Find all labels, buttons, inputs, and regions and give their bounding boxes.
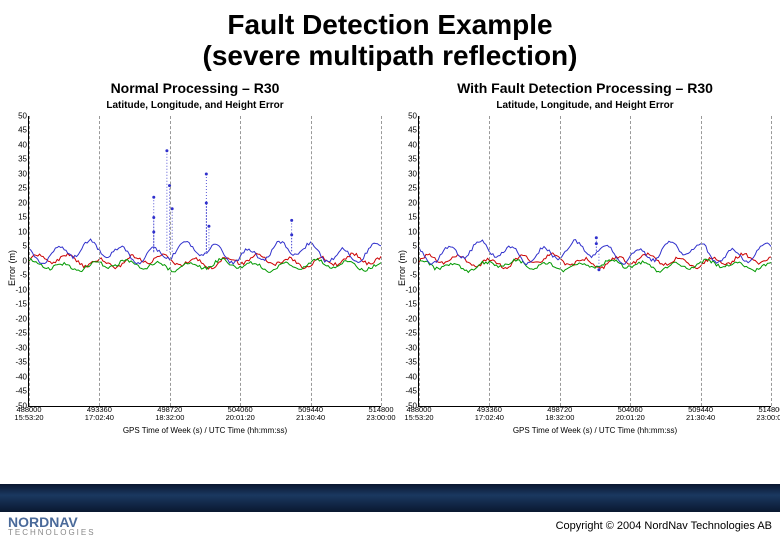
x-tick: 49872018:32:00 <box>155 406 184 423</box>
grid-line <box>630 116 631 406</box>
y-tick: 10 <box>18 227 29 236</box>
left-xlabel: GPS Time of Week (s) / UTC Time (hh:mm:s… <box>29 426 381 435</box>
x-tick: 49336017:02:40 <box>475 406 504 423</box>
grid-line <box>311 116 312 406</box>
y-tick: -25 <box>15 329 29 338</box>
y-tick: -15 <box>405 300 419 309</box>
x-tick: 50406020:01:20 <box>226 406 255 423</box>
right-panel-title: With Fault Detection Processing – R30 <box>390 80 780 96</box>
y-tick: 20 <box>18 198 29 207</box>
grid-line <box>99 116 100 406</box>
y-tick: 15 <box>408 213 419 222</box>
page-title-line1: Fault Detection Example <box>0 10 780 41</box>
y-tick: -45 <box>405 387 419 396</box>
y-tick: 40 <box>408 140 419 149</box>
y-tick: -30 <box>405 343 419 352</box>
logo: NORDNAV TECHNOLOGIES <box>8 515 96 537</box>
logo-subtext: TECHNOLOGIES <box>8 529 96 537</box>
y-tick: -10 <box>405 285 419 294</box>
right-chart-subtitle: Latitude, Longitude, and Height Error <box>390 100 780 111</box>
left-chart-subtitle: Latitude, Longitude, and Height Error <box>0 100 390 111</box>
right-panel: With Fault Detection Processing – R30 La… <box>390 78 780 453</box>
y-tick: 50 <box>18 111 29 120</box>
left-panel-title: Normal Processing – R30 <box>0 80 390 96</box>
x-tick: 49872018:32:00 <box>545 406 574 423</box>
y-tick: -35 <box>405 358 419 367</box>
x-tick: 49336017:02:40 <box>85 406 114 423</box>
x-tick: 51480023:00:00 <box>756 406 780 423</box>
x-tick: 50406020:01:20 <box>616 406 645 423</box>
grid-line <box>240 116 241 406</box>
copyright: Copyright © 2004 NordNav Technologies AB <box>556 520 772 532</box>
y-tick: -40 <box>405 372 419 381</box>
y-tick: 15 <box>18 213 29 222</box>
right-plot: Error (m) GPS Time of Week (s) / UTC Tim… <box>418 116 771 407</box>
y-tick: -10 <box>15 285 29 294</box>
footer-bar <box>0 484 780 512</box>
y-tick: -25 <box>405 329 419 338</box>
y-tick: -15 <box>15 300 29 309</box>
left-ylabel: Error (m) <box>7 250 17 286</box>
left-panel: Normal Processing – R30 Latitude, Longit… <box>0 78 390 453</box>
grid-line <box>419 116 420 406</box>
grid-line <box>560 116 561 406</box>
y-tick: -20 <box>405 314 419 323</box>
y-tick: 45 <box>18 126 29 135</box>
y-tick: -45 <box>15 387 29 396</box>
y-tick: 25 <box>408 184 419 193</box>
y-tick: -35 <box>15 358 29 367</box>
y-tick: 45 <box>408 126 419 135</box>
grid-line <box>771 116 772 406</box>
y-tick: 40 <box>18 140 29 149</box>
y-tick: 30 <box>408 169 419 178</box>
y-tick: -5 <box>410 271 419 280</box>
y-tick: -40 <box>15 372 29 381</box>
grid-line <box>489 116 490 406</box>
y-tick: -5 <box>20 271 29 280</box>
y-tick: 10 <box>408 227 419 236</box>
y-tick: 25 <box>18 184 29 193</box>
y-tick: 20 <box>408 198 419 207</box>
y-tick: 35 <box>18 155 29 164</box>
y-tick: 35 <box>408 155 419 164</box>
x-tick: 50944021:30:40 <box>686 406 715 423</box>
right-xlabel: GPS Time of Week (s) / UTC Time (hh:mm:s… <box>419 426 771 435</box>
grid-line <box>381 116 382 406</box>
x-tick: 48800015:53:20 <box>404 406 433 423</box>
x-tick: 48800015:53:20 <box>14 406 43 423</box>
y-tick: -30 <box>15 343 29 352</box>
left-plot: Error (m) GPS Time of Week (s) / UTC Tim… <box>28 116 381 407</box>
y-tick: 30 <box>18 169 29 178</box>
x-tick: 50944021:30:40 <box>296 406 325 423</box>
y-tick: -20 <box>15 314 29 323</box>
grid-line <box>701 116 702 406</box>
right-ylabel: Error (m) <box>397 250 407 286</box>
y-tick: 50 <box>408 111 419 120</box>
grid-line <box>29 116 30 406</box>
page-title-line2: (severe multipath reflection) <box>0 41 780 72</box>
grid-line <box>170 116 171 406</box>
footer: NORDNAV TECHNOLOGIES Copyright © 2004 No… <box>0 484 780 540</box>
